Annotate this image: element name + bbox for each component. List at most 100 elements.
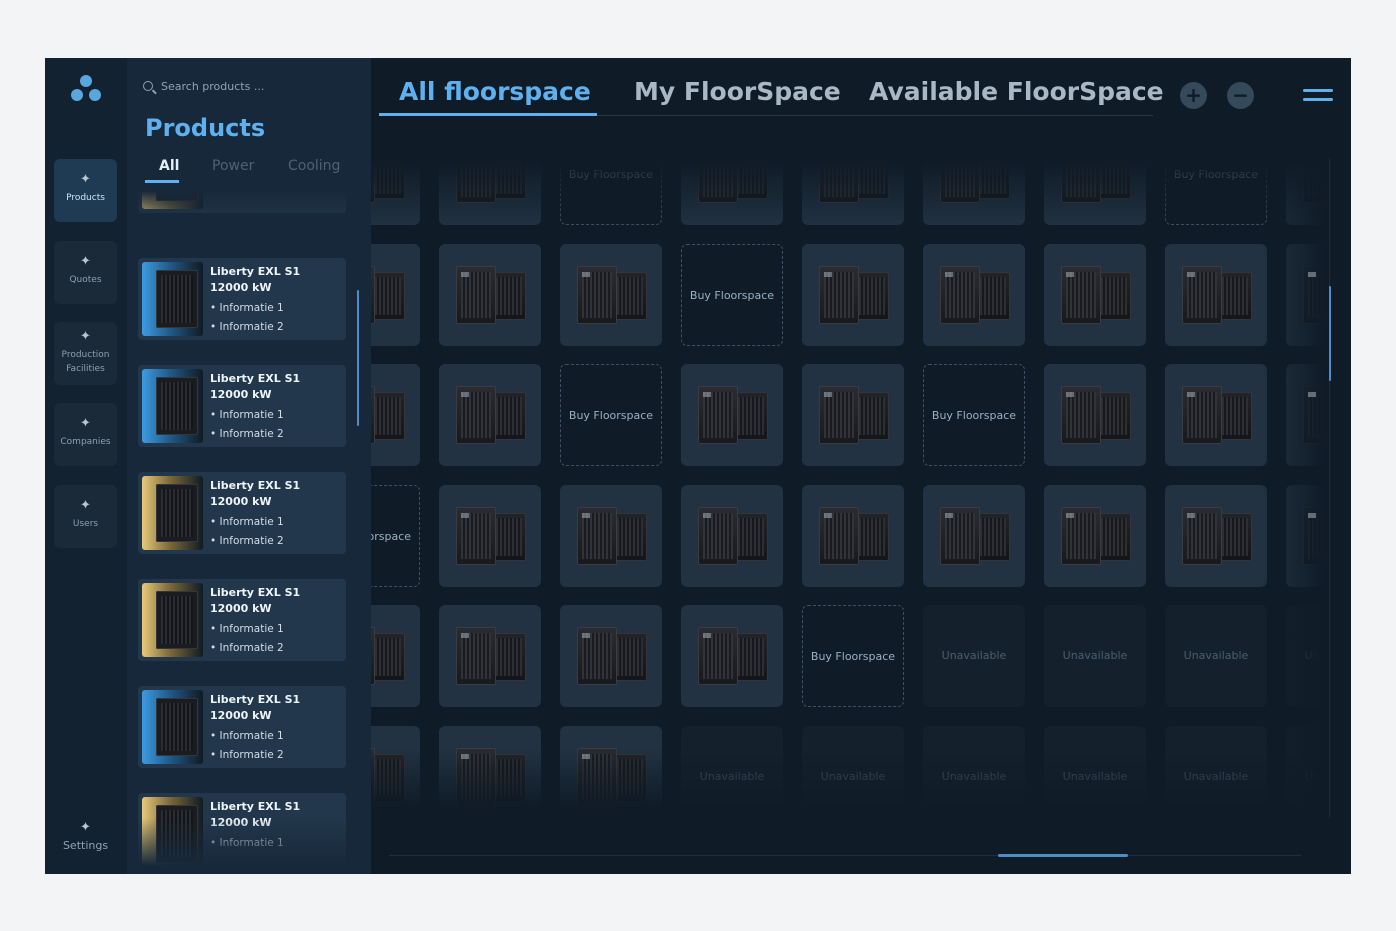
floorspace-unit[interactable] [1286, 158, 1331, 225]
product-list-scrollbar[interactable] [357, 290, 359, 426]
cabinet-image [940, 505, 1010, 567]
cabinet-image [819, 384, 889, 446]
floorspace-unit[interactable] [923, 485, 1025, 587]
grid-vertical-scrollbar[interactable] [1329, 286, 1331, 381]
floorspace-unit[interactable] [923, 244, 1025, 346]
tab-available-floorspace[interactable]: Available FloorSpace [869, 77, 1164, 106]
product-thumbnail [142, 690, 203, 764]
floorspace-unit[interactable] [560, 485, 662, 587]
floorspace-unit[interactable] [802, 158, 904, 225]
product-card[interactable]: Liberty EXL S1 12000 kW Informatie 1 Infor… [138, 258, 346, 340]
floorspace-unit[interactable] [439, 605, 541, 707]
rail-item-label: Companies [60, 437, 111, 447]
floorspace-unit[interactable] [681, 605, 783, 707]
rail-item-quotes[interactable]: ✦ Quotes [54, 241, 117, 304]
buy-floorspace-tile[interactable]: Buy Floorspace [371, 485, 420, 587]
buy-floorspace-tile[interactable]: Buy Floorspace [560, 364, 662, 466]
cabinet-image [371, 264, 405, 326]
unavailable-label: Unavailable [820, 770, 886, 783]
product-card[interactable]: Liberty EXL S1 12000 kW Informatie 1 Infor… [138, 472, 346, 554]
floorspace-unit[interactable] [560, 726, 662, 818]
product-list[interactable]: Informatie 1Informatie 2Liberty EXL S1 1… [138, 188, 348, 874]
floorspace-unit[interactable] [1165, 364, 1267, 466]
floorspace-unit[interactable] [371, 726, 420, 818]
floorspace-unit[interactable] [371, 364, 420, 466]
floorspace-unit[interactable] [439, 485, 541, 587]
floorspace-unit[interactable] [1044, 485, 1146, 587]
floorspace-unit[interactable] [1286, 364, 1331, 466]
floorspace-unit[interactable] [439, 364, 541, 466]
floorspace-unit[interactable] [439, 726, 541, 818]
floorspace-unit[interactable] [439, 244, 541, 346]
floorspace-unit[interactable] [802, 244, 904, 346]
floorspace-unit[interactable] [1165, 485, 1267, 587]
buy-floorspace-label: Buy Floorspace [568, 409, 654, 422]
tab-all[interactable]: All [159, 158, 179, 174]
grid-horizontal-scrollbar[interactable] [998, 854, 1128, 857]
cabinet-image [1303, 158, 1331, 205]
floorspace-unit[interactable] [1044, 244, 1146, 346]
floorspace-unit[interactable] [802, 485, 904, 587]
cabinet-image [456, 384, 526, 446]
rail-item-users[interactable]: ✦ Users [54, 485, 117, 548]
floorspace-unit[interactable] [1044, 158, 1146, 225]
rail-item-products[interactable]: ✦ Products [54, 159, 117, 222]
buy-floorspace-tile[interactable]: Buy Floorspace [560, 158, 662, 225]
search-placeholder: Search products ... [161, 80, 265, 93]
buy-floorspace-tile[interactable]: Buy Floorspace [923, 364, 1025, 466]
product-card[interactable]: Liberty EXL S1 12000 kW Informatie 1 Infor… [138, 365, 346, 447]
buy-floorspace-tile[interactable]: Buy Floorspace [1165, 158, 1267, 225]
floorspace-unit[interactable] [371, 158, 420, 225]
unavailable-tile: Unavailable [1165, 605, 1267, 707]
floorspace-unit[interactable] [1286, 244, 1331, 346]
floorspace-unit[interactable] [802, 364, 904, 466]
floorspace-unit[interactable] [681, 485, 783, 587]
tab-cooling[interactable]: Cooling [288, 158, 340, 174]
product-thumbnail [142, 583, 203, 657]
cabinet-image [1303, 505, 1331, 567]
floorspace-unit[interactable] [560, 605, 662, 707]
product-info-2: Informatie 2 [210, 749, 284, 761]
rail-item-production[interactable]: ✦ Production Facilities [54, 322, 117, 385]
floorspace-unit[interactable] [560, 244, 662, 346]
tab-power[interactable]: Power [212, 158, 254, 174]
products-panel: Search products ... Products All Power C… [127, 58, 371, 874]
floorspace-unit[interactable] [681, 364, 783, 466]
product-card[interactable]: Liberty EXL S1 12000 kW Informatie 1 Infor… [138, 579, 346, 661]
product-card[interactable]: Liberty EXL S1 12000 kW Informatie 1 Infor… [138, 686, 346, 768]
cabinet-image [819, 505, 889, 567]
products-icon: ✦ [80, 172, 91, 187]
zoom-in-button[interactable]: + [1180, 82, 1207, 109]
floorspace-unit[interactable] [923, 158, 1025, 225]
cabinet-image [456, 505, 526, 567]
buy-floorspace-tile[interactable]: Buy Floorspace [802, 605, 904, 707]
zoom-out-button[interactable]: − [1227, 82, 1254, 109]
menu-icon[interactable] [1303, 89, 1333, 105]
quotes-icon: ✦ [80, 254, 91, 269]
rail-item-label: Quotes [69, 275, 102, 285]
settings-button[interactable]: ✦ Settings [54, 820, 117, 852]
product-info-2: Informatie 2 [210, 642, 284, 654]
cabinet-image [1182, 505, 1252, 567]
rail-item-companies[interactable]: ✦ Companies [54, 403, 117, 466]
cabinet-image [371, 158, 405, 205]
product-thumbnail [142, 476, 203, 550]
search-input[interactable]: Search products ... [143, 80, 343, 98]
app-logo[interactable] [69, 75, 103, 107]
settings-icon: ✦ [80, 820, 91, 835]
app-window: ✦ Products ✦ Quotes ✦ Production Facilities ✦ C… [45, 58, 1351, 874]
tab-my-floorspace[interactable]: My FloorSpace [634, 77, 841, 106]
floorspace-unit[interactable] [439, 158, 541, 225]
floorspace-unit[interactable] [681, 158, 783, 225]
floorspace-unit[interactable] [371, 605, 420, 707]
floorspace-unit[interactable] [1044, 364, 1146, 466]
cabinet-image [577, 264, 647, 326]
unavailable-tile: Unavailable [923, 605, 1025, 707]
cabinet-image [819, 158, 889, 205]
tab-all-floorspace[interactable]: All floorspace [399, 77, 591, 106]
floorspace-unit[interactable] [1165, 244, 1267, 346]
floorspace-unit[interactable] [371, 244, 420, 346]
buy-floorspace-tile[interactable]: Buy Floorspace [681, 244, 783, 346]
cabinet-image [1182, 384, 1252, 446]
floorspace-unit[interactable] [1286, 485, 1331, 587]
